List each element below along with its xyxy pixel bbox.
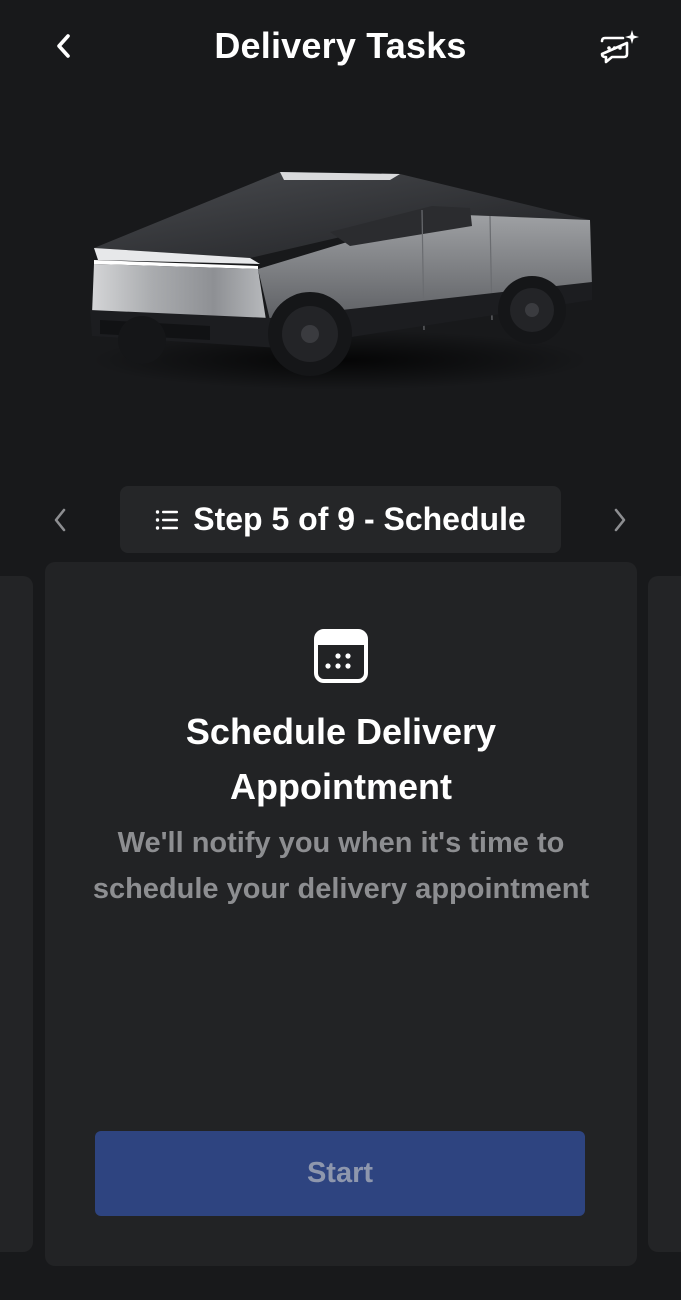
page-title: Delivery Tasks [214, 25, 467, 66]
chat-sparkle-icon [600, 30, 639, 64]
calendar-icon [314, 629, 368, 683]
previous-step-button[interactable] [40, 498, 80, 542]
cybertruck-image [90, 172, 592, 390]
task-card: Schedule Delivery Appointment We'll noti… [45, 562, 637, 1266]
card-title: Schedule Delivery Appointment [185, 711, 497, 807]
next-step-button[interactable] [600, 498, 640, 542]
card-description: We'll notify you when it's time to sched… [92, 827, 590, 905]
step-label: Step 5 of 9 - Schedule [193, 501, 526, 537]
step-indicator[interactable]: Step 5 of 9 - Schedule [120, 486, 561, 553]
vehicle-hero-image [80, 150, 600, 400]
next-task-card[interactable] [648, 576, 681, 1252]
chat-assistant-button[interactable] [594, 26, 642, 70]
step-navigator: Step 5 of 9 - Schedule [0, 484, 681, 556]
list-icon [156, 509, 179, 530]
start-button[interactable]: Start [95, 1131, 585, 1216]
header: Delivery Tasks [0, 0, 681, 94]
previous-task-card[interactable] [0, 576, 33, 1252]
chevron-left-icon [54, 508, 66, 532]
chevron-right-icon [614, 508, 626, 532]
